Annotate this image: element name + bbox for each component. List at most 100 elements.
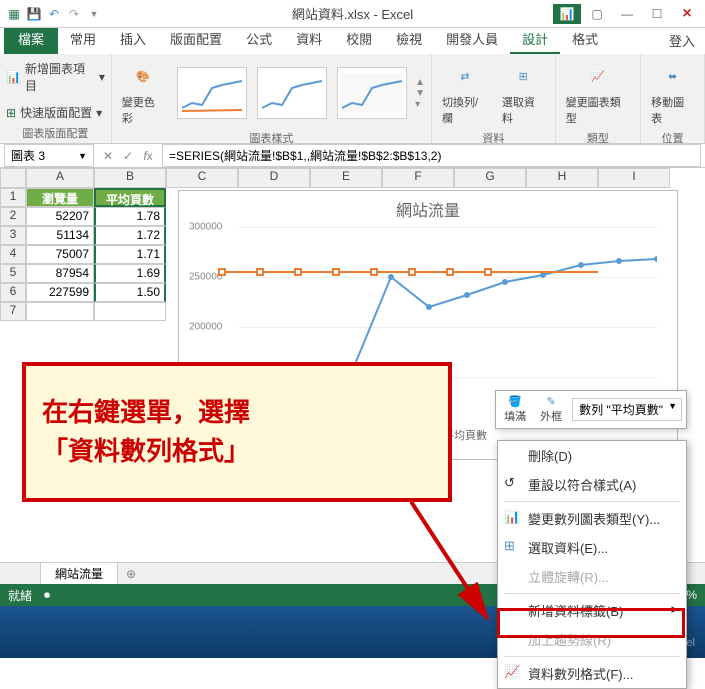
row-header[interactable]: 5 xyxy=(0,264,26,283)
col-header-d[interactable]: D xyxy=(238,168,310,188)
format-icon: 📈 xyxy=(504,664,520,680)
tab-review[interactable]: 校閱 xyxy=(334,25,384,54)
formula-bar: 圖表 3▼ ✕ ✓ fx =SERIES(網站流量!$B$1,,網站流量!$B$… xyxy=(0,144,705,168)
new-sheet-button[interactable]: ⊕ xyxy=(118,567,144,581)
callout-line-2: 「資料數列格式」 xyxy=(42,432,432,471)
cell[interactable] xyxy=(94,302,166,321)
tab-home[interactable]: 常用 xyxy=(58,25,108,54)
mini-toolbar: 🪣填滿 ✎外框 數列 "平均頁數"▼ xyxy=(495,390,687,429)
fx-icon[interactable]: fx xyxy=(138,149,158,163)
col-header-e[interactable]: E xyxy=(310,168,382,188)
tab-layout[interactable]: 版面配置 xyxy=(158,25,234,54)
cell[interactable]: 75007 xyxy=(26,245,94,264)
maximize-button[interactable]: ☐ xyxy=(643,4,671,24)
cell[interactable]: 1.71 xyxy=(94,245,166,264)
select-all-corner[interactable] xyxy=(0,168,26,188)
minimize-button[interactable]: — xyxy=(613,4,641,24)
move-chart-button[interactable]: ⬌移動圖表 xyxy=(647,58,698,128)
tab-format[interactable]: 格式 xyxy=(560,25,610,54)
change-chart-type-button[interactable]: 📈變更圖表類型 xyxy=(562,58,634,128)
add-chart-element-button[interactable]: 📊新增圖表項目 ▾ xyxy=(6,58,105,96)
quick-access-toolbar: ▦ 💾 ↶ ↷ ▼ xyxy=(0,6,108,22)
style-scroll[interactable]: ▲▼▾ xyxy=(415,77,425,110)
cell[interactable]: 1.78 xyxy=(94,207,166,226)
row-header[interactable]: 3 xyxy=(0,226,26,245)
cell[interactable]: 1.50 xyxy=(94,283,166,302)
redo-icon[interactable]: ↷ xyxy=(66,6,82,22)
undo-icon[interactable]: ↶ xyxy=(46,6,62,22)
row-header[interactable]: 1 xyxy=(0,188,26,207)
row-header[interactable]: 6 xyxy=(0,283,26,302)
group-label-layout: 圖表版面配置 xyxy=(6,123,105,141)
cell[interactable]: 87954 xyxy=(26,264,94,283)
qat-dropdown-icon[interactable]: ▼ xyxy=(86,6,102,22)
col-header-h[interactable]: H xyxy=(526,168,598,188)
selected-series-markers[interactable] xyxy=(178,268,598,288)
instruction-callout: 在右鍵選單，選擇 「資料數列格式」 xyxy=(22,362,452,502)
cell[interactable]: 52207 xyxy=(26,207,94,226)
reset-icon: ↺ xyxy=(504,475,520,491)
accept-formula-icon[interactable]: ✓ xyxy=(118,149,138,163)
menu-format-data-series[interactable]: 📈資料數列格式(F)... xyxy=(498,659,686,688)
col-header-a[interactable]: A xyxy=(26,168,94,188)
title-bar: ▦ 💾 ↶ ↷ ▼ 網站資料.xlsx - Excel 📊 ▢ — ☐ × xyxy=(0,0,705,28)
cell-b1[interactable]: 平均頁數 xyxy=(94,188,166,207)
cell[interactable]: 1.69 xyxy=(94,264,166,283)
chart-tools-icon: 📊 xyxy=(553,4,581,24)
chart-style-2[interactable] xyxy=(257,67,327,119)
col-header-i[interactable]: I xyxy=(598,168,670,188)
layout-icon: ⊞ xyxy=(6,106,16,120)
cell[interactable] xyxy=(26,302,94,321)
cell[interactable]: 227599 xyxy=(26,283,94,302)
col-header-c[interactable]: C xyxy=(166,168,238,188)
series-selector-dropdown[interactable]: 數列 "平均頁數"▼ xyxy=(572,398,682,421)
tab-insert[interactable]: 插入 xyxy=(108,25,158,54)
save-icon[interactable]: 💾 xyxy=(26,6,42,22)
y-tick: 300000 xyxy=(189,222,222,233)
status-ready: 就緒 xyxy=(8,587,32,604)
chart-title[interactable]: 網站流量 xyxy=(179,191,677,227)
excel-icon: ▦ xyxy=(6,6,22,22)
tab-developer[interactable]: 開發人員 xyxy=(434,25,510,54)
chart-style-1[interactable] xyxy=(177,67,247,119)
cell[interactable]: 1.72 xyxy=(94,226,166,245)
ribbon-options-icon[interactable]: ▢ xyxy=(583,4,611,24)
tab-data[interactable]: 資料 xyxy=(284,25,334,54)
formula-input[interactable]: =SERIES(網站流量!$B$1,,網站流量!$B$2:$B$13,2) xyxy=(162,144,701,167)
callout-line-1: 在右鍵選單，選擇 xyxy=(42,393,432,432)
col-header-g[interactable]: G xyxy=(454,168,526,188)
cell-a1[interactable]: 瀏覽量 xyxy=(26,188,94,207)
cell[interactable]: 51134 xyxy=(26,226,94,245)
chart-style-3[interactable] xyxy=(337,67,407,119)
menu-delete[interactable]: 刪除(D) xyxy=(498,441,686,470)
name-box[interactable]: 圖表 3▼ xyxy=(4,144,94,167)
move-icon: ⬌ xyxy=(657,60,689,92)
col-header-b[interactable]: B xyxy=(94,168,166,188)
sheet-tab[interactable]: 網站流量 xyxy=(40,562,118,585)
row-header[interactable]: 4 xyxy=(0,245,26,264)
switch-row-col-button[interactable]: ⇄切換列/欄 xyxy=(438,58,492,128)
tab-file[interactable]: 檔案 xyxy=(4,25,58,54)
row-header[interactable]: 7 xyxy=(0,302,26,321)
menu-add-data-label[interactable]: 新增資料標籤(B)▸ xyxy=(498,596,686,625)
tab-design[interactable]: 設計 xyxy=(510,25,560,54)
macro-record-icon[interactable]: ⏺ xyxy=(44,588,50,603)
change-colors-button[interactable]: 🎨 變更色彩 xyxy=(118,58,169,128)
login-link[interactable]: 登入 xyxy=(659,27,705,54)
menu-change-series-type[interactable]: 📊變更數列圖表類型(Y)... xyxy=(498,504,686,533)
close-button[interactable]: × xyxy=(673,4,701,24)
tab-formulas[interactable]: 公式 xyxy=(234,25,284,54)
window-title: 網站資料.xlsx - Excel xyxy=(292,4,413,23)
menu-reset-style[interactable]: ↺重設以符合樣式(A) xyxy=(498,470,686,499)
fill-button[interactable]: 🪣填滿 xyxy=(500,395,530,424)
select-data-icon: ⊞ xyxy=(507,60,539,92)
select-data-button[interactable]: ⊞選取資料 xyxy=(498,58,549,128)
tab-view[interactable]: 檢視 xyxy=(384,25,434,54)
quick-layout-button[interactable]: ⊞快速版面配置 ▾ xyxy=(6,102,102,123)
row-header[interactable]: 2 xyxy=(0,207,26,226)
outline-button[interactable]: ✎外框 xyxy=(536,395,566,424)
col-header-f[interactable]: F xyxy=(382,168,454,188)
cancel-formula-icon[interactable]: ✕ xyxy=(98,149,118,163)
menu-select-data[interactable]: ⊞選取資料(E)... xyxy=(498,533,686,562)
callout-arrow-icon xyxy=(410,500,500,630)
